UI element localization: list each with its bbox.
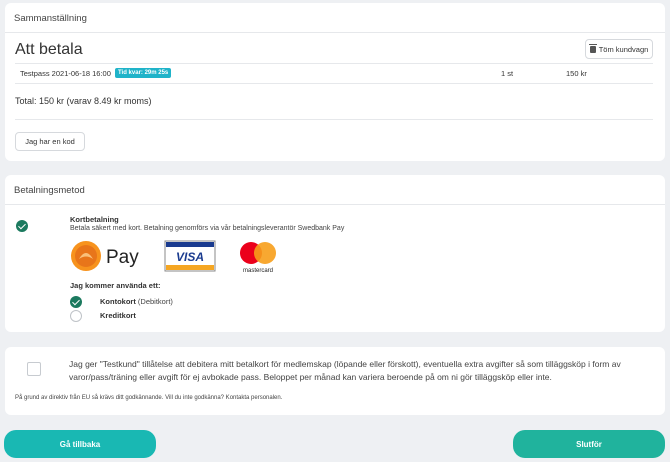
cart-item-name: Testpass 2021-06-18 16:00	[20, 69, 111, 78]
debit-card-option: Kontokort (Debitkort)	[100, 297, 173, 306]
payment-method-card: Betalningsmetod Kortbetalning Betala säk…	[5, 175, 665, 332]
back-button[interactable]: Gå tillbaka	[4, 430, 156, 458]
clear-cart-label: Töm kundvagn	[598, 44, 649, 54]
mastercard-text: mastercard	[243, 268, 273, 273]
trash-icon	[588, 43, 597, 53]
swedbank-pay-logo: Pay	[71, 241, 139, 271]
discount-code-button[interactable]: Jag har en kod	[15, 132, 85, 151]
card-type-question: Jag kommer använda ett:	[70, 281, 161, 290]
time-left-badge: Tid kvar: 29m 25s	[115, 68, 172, 78]
page-title: Att betala	[15, 41, 83, 58]
divider	[15, 119, 653, 120]
debit-card-sublabel: (Debitkort)	[137, 297, 173, 306]
consent-text: Jag ger "Testkund" tillåtelse att debite…	[69, 359, 621, 382]
credit-card-label: Kreditkort	[100, 311, 136, 320]
debit-card-radio[interactable]	[70, 296, 82, 308]
credit-card-radio[interactable]	[70, 310, 82, 322]
payment-method-title: Kortbetalning	[70, 215, 119, 224]
payment-method-description: Betala säkert med kort. Betalning genomf…	[70, 225, 345, 232]
cart-item-quantity: 1 st	[501, 69, 514, 78]
summary-card: Sammanställning Att betala Töm kundvagn …	[5, 3, 665, 161]
cart-item-price: 150 kr	[566, 69, 587, 78]
divider	[15, 83, 653, 84]
visa-text: VISA	[176, 250, 204, 264]
payment-header: Betalningsmetod	[5, 175, 665, 205]
swedbank-pay-text: Pay	[106, 247, 139, 268]
consent-note: På grund av direktiv från EU så krävs di…	[15, 395, 283, 401]
visa-logo: VISA	[164, 240, 216, 272]
clear-cart-button[interactable]: Töm kundvagn	[585, 39, 653, 59]
credit-card-option: Kreditkort	[100, 311, 136, 320]
summary-header: Sammanställning	[5, 3, 665, 33]
total-text: Total: 150 kr (varav 8.49 kr moms)	[15, 96, 152, 106]
consent-card: Jag ger "Testkund" tillåtelse att debite…	[5, 347, 665, 415]
card-payment-radio[interactable]	[16, 220, 28, 232]
consent-checkbox[interactable]	[27, 362, 41, 376]
debit-card-label: Kontokort	[100, 297, 136, 306]
finish-button[interactable]: Slutför	[513, 430, 665, 458]
divider	[15, 63, 653, 64]
mastercard-logo: mastercard	[240, 242, 276, 273]
payment-logos: Pay VISA mastercard	[71, 240, 276, 273]
